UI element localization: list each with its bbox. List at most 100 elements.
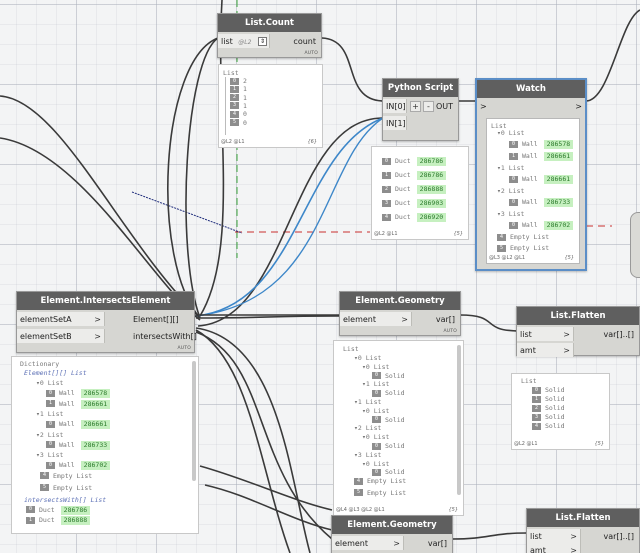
geometry-out-port-2[interactable]: var[] — [428, 536, 452, 551]
element-input-label-2: element — [335, 539, 368, 548]
list-index: 0 — [509, 175, 519, 183]
element-id: 286786 — [60, 505, 91, 515]
add-input-button[interactable]: + — [410, 101, 421, 112]
python-script-node[interactable]: Python Script IN[0] + - OUT IN[1] — [382, 78, 459, 141]
element-type: Wall — [59, 440, 75, 449]
empty-list-label: Empty List — [510, 233, 550, 241]
sublist-label: ▾0 List — [36, 378, 63, 388]
list-count-output[interactable]: count — [293, 34, 321, 49]
sublist-name: 0 List — [365, 433, 390, 442]
element-geometry-node-2[interactable]: Element.Geometry element > var[] — [331, 515, 453, 553]
element-id: 286661 — [80, 420, 111, 429]
element-id: 286702 — [543, 221, 574, 230]
in0-port[interactable]: IN[0] — [383, 99, 407, 113]
wire-down-1 — [195, 329, 291, 553]
preview-scrollbar[interactable] — [192, 361, 196, 481]
flatten-list-port[interactable]: list > — [517, 327, 574, 341]
watch-input-port[interactable]: > — [480, 99, 487, 114]
flatten-out-port[interactable]: var[]..[] — [604, 327, 640, 342]
element-type: Wall — [522, 175, 538, 183]
watch-node[interactable]: Watch > > List ▾0 List 0 Wall 286578 1 Wall 28… — [475, 78, 587, 271]
wire-down-3 — [195, 327, 311, 553]
list-index: 0 — [372, 372, 382, 380]
list-index: 4 — [382, 213, 392, 221]
empty-list-item: 5 Empty List — [40, 483, 92, 493]
wire-bottom-2 — [204, 484, 333, 531]
list-input-hint: @L2 — [238, 39, 252, 46]
dictionary-key: intersectsWith[] List — [24, 495, 106, 505]
in1-label: IN[1] — [386, 119, 406, 128]
element-set-a-label: elementSetA — [20, 315, 72, 324]
sublist-name: 2 List — [500, 187, 525, 195]
watch-output-port[interactable]: > — [575, 99, 582, 114]
list-index: 0 — [509, 221, 519, 229]
python-out-port[interactable]: OUT — [436, 99, 458, 114]
geometry-preview: List ▾0 List ▾0 List 0 Solid ▾1 List 0 Solid ▾1… — [333, 340, 464, 516]
sublist-label: ▾3 List — [497, 209, 524, 219]
element-type: Wall — [59, 461, 75, 469]
element-type: Wall — [59, 399, 75, 408]
list-flatten-title: List.Flatten — [517, 307, 639, 325]
list-index: 0 — [46, 389, 56, 397]
list-index: 1 — [382, 171, 392, 179]
list-item: 0 Wall 286661 — [509, 174, 574, 184]
element-geometry-node[interactable]: Element.Geometry element > var[] AUTO — [339, 291, 461, 336]
python-preview: 0 Duct 286786 1 Duct 286786 2 Duct 286888 3 Duct 28… — [371, 146, 469, 240]
element-type: Duct — [395, 213, 411, 221]
element-type: Wall — [59, 420, 75, 428]
sublist-name: 1 List — [500, 164, 525, 172]
element-input-port[interactable]: element > — [340, 312, 412, 326]
intersects-element-title: Element.IntersectsElement — [17, 292, 194, 310]
list-count-node[interactable]: List.Count list @L2 ⇕ count AUTO — [217, 13, 322, 58]
list-flatten-node-2[interactable]: List.Flatten list > var[]..[] amt > — [526, 508, 640, 553]
element-set-a-port[interactable]: elementSetA > — [17, 312, 105, 326]
list-flatten-node[interactable]: List.Flatten list > var[]..[] amt > — [516, 306, 640, 357]
remove-input-button[interactable]: - — [423, 101, 434, 112]
element-type: Duct — [39, 505, 55, 514]
list-item: 2 Duct 286888 — [382, 184, 447, 194]
element-id: 286733 — [543, 198, 574, 207]
wire-watch-out — [585, 9, 640, 102]
geometry-out-port[interactable]: var[] — [436, 312, 460, 327]
list-item: 0 Duct 286786 — [382, 156, 447, 166]
geometry-value: Solid — [545, 404, 565, 412]
preview-scrollbar[interactable] — [457, 345, 461, 495]
list-index: 3 — [382, 199, 392, 207]
preview-footer: @L2 @L1 {5} — [514, 441, 606, 447]
empty-list-label: Empty List — [53, 471, 93, 480]
dictionary-key-label: Element[][] List — [24, 369, 87, 377]
geometry-value: Solid — [385, 371, 405, 380]
sublist-label: ▾2 List — [36, 430, 63, 440]
preview-levels: @L4 @L3 @L2 @L1 — [336, 507, 385, 513]
empty-list-item: 4 Empty List — [354, 476, 406, 486]
flatten-amt-port[interactable]: amt > — [517, 343, 574, 357]
geometry-value: Solid — [545, 386, 565, 394]
element-type: Wall — [59, 389, 75, 397]
flatten-amt-port-2[interactable]: amt > — [527, 543, 581, 553]
wire-to-list-count-b — [185, 37, 219, 319]
element-id: 286920 — [416, 213, 447, 222]
flatten-out-port-2[interactable]: var[]..[] — [604, 529, 640, 544]
preview-count: {6} — [307, 139, 317, 145]
preview-footer: @L2 @L1 {5} — [374, 231, 465, 237]
list-index: 5 — [230, 119, 240, 126]
list-index: 5 — [354, 489, 364, 497]
intersects-element-node[interactable]: Element.IntersectsElement elementSetA > … — [16, 291, 197, 353]
element-out-port[interactable]: Element[][] — [133, 312, 184, 327]
element-input-port-2[interactable]: element > — [332, 536, 404, 550]
preview-footer: @L2 @L1 {6} — [221, 139, 319, 145]
list-item: 0 Wall 286733 — [46, 440, 111, 450]
sublist-name: 3 List — [357, 450, 382, 459]
partial-node-edge[interactable] — [630, 212, 640, 278]
element-geometry-title-2: Element.Geometry — [332, 516, 452, 534]
list-index: 0 — [509, 198, 519, 206]
element-set-b-port[interactable]: elementSetB > — [17, 329, 105, 343]
list-level-toggle-icon[interactable]: ⇕ — [258, 37, 267, 46]
list-index: 0 — [372, 468, 382, 476]
flatten-list-port-2[interactable]: list > — [527, 529, 581, 543]
in1-port[interactable]: IN[1] — [383, 116, 407, 130]
intersects-with-out-port[interactable]: intersectsWith[] — [133, 329, 202, 344]
sublist-name: 0 List — [357, 354, 382, 362]
geometry-value: Solid — [385, 415, 405, 424]
sublist-name: 0 List — [39, 379, 64, 387]
